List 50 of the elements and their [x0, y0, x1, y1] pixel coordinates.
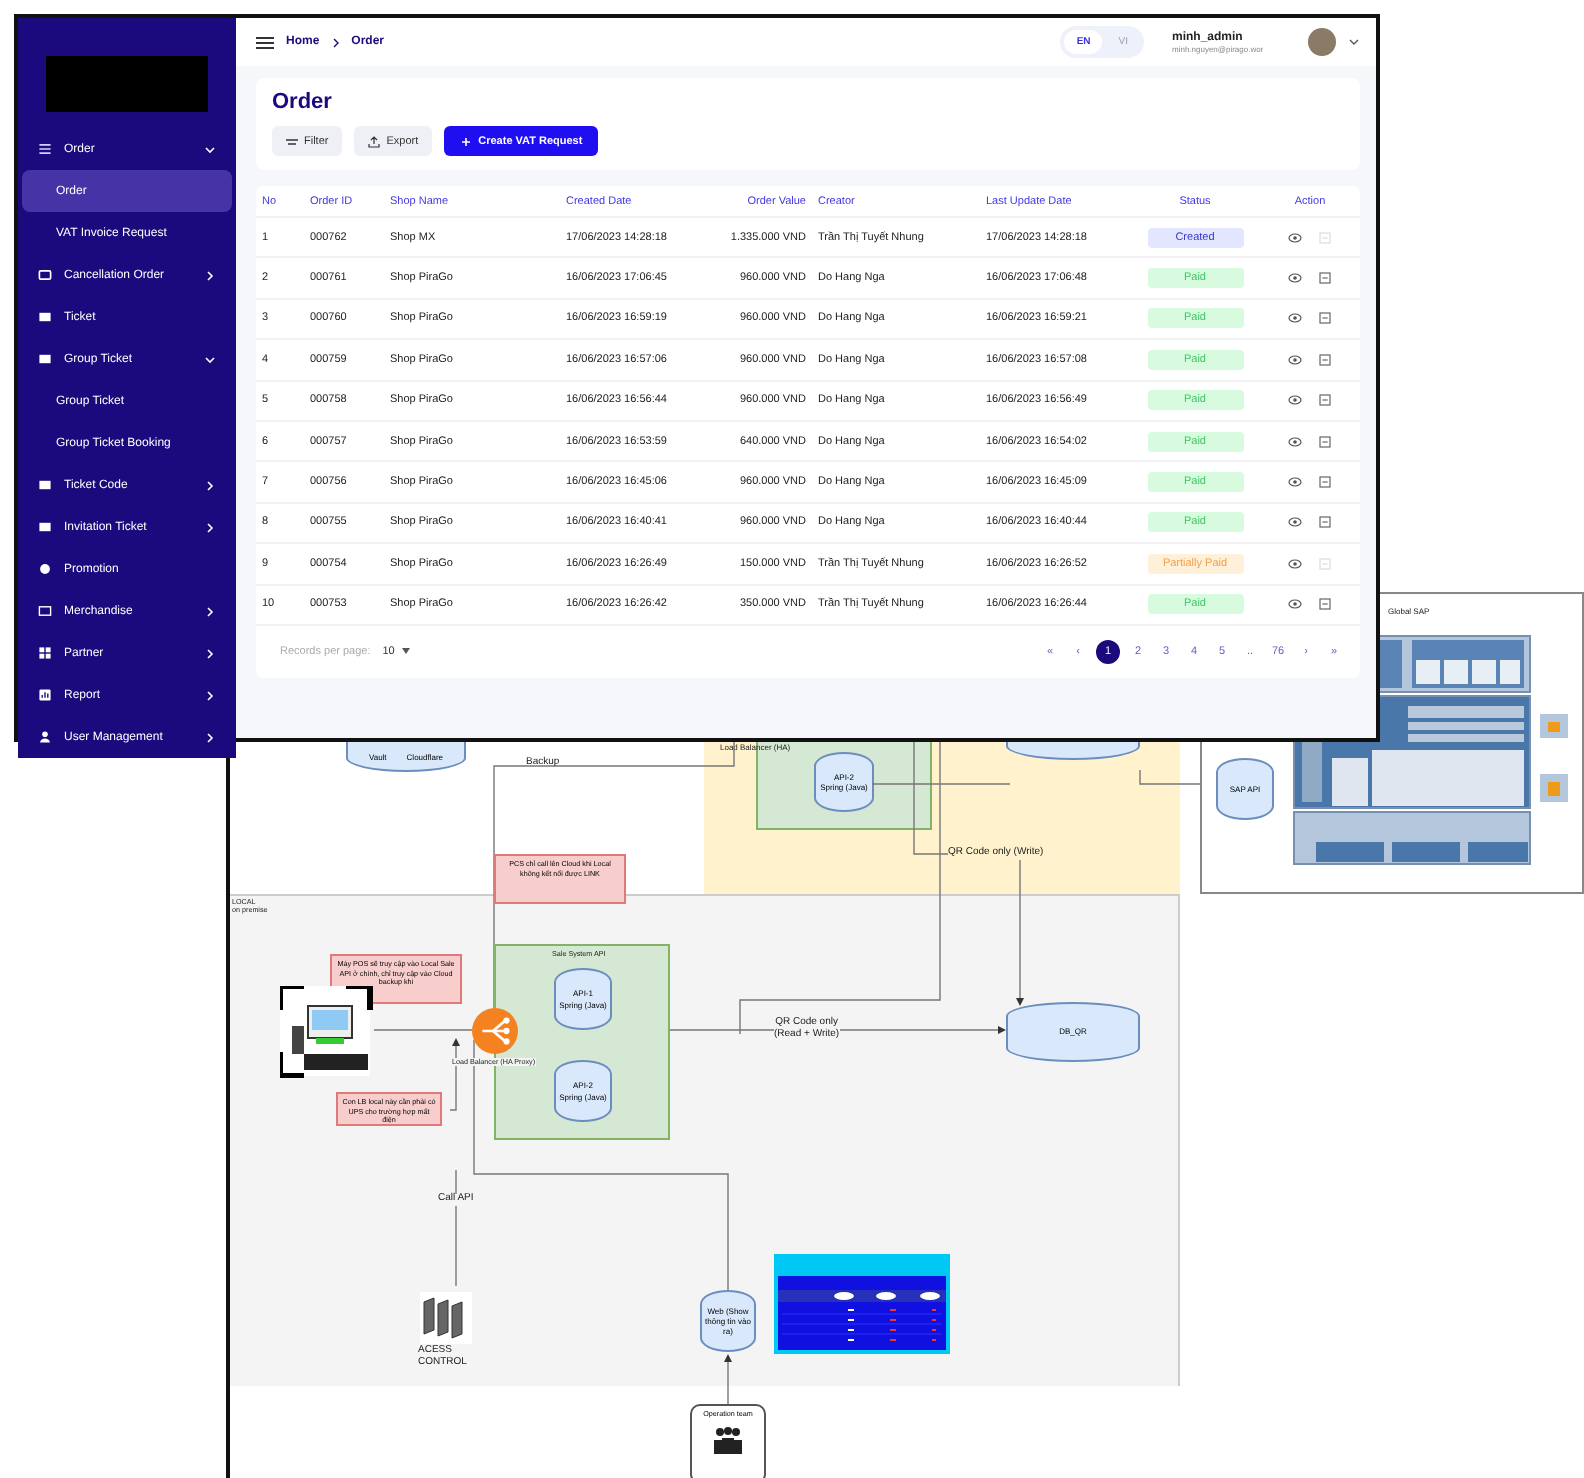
invoice-icon[interactable] — [1318, 312, 1332, 325]
eye-icon[interactable] — [1288, 394, 1302, 407]
ticket-icon — [38, 352, 52, 366]
caret-icon — [402, 648, 411, 655]
grid-icon — [38, 646, 52, 660]
invoice-icon[interactable] — [1318, 272, 1332, 285]
eye-icon[interactable] — [1288, 516, 1302, 529]
invoice-icon[interactable] — [1318, 394, 1332, 407]
ticket-icon — [38, 520, 52, 534]
eye-icon[interactable] — [1288, 557, 1302, 570]
invoice-icon[interactable] — [1318, 353, 1332, 366]
ticket-icon — [38, 478, 52, 492]
chevron-icon — [204, 479, 216, 491]
user-icon — [38, 730, 52, 744]
ticket-icon — [38, 310, 52, 324]
chevron-icon — [204, 605, 216, 617]
page-title: Order — [272, 90, 334, 114]
pos-terminal-drawing — [280, 986, 376, 1078]
card-icon — [38, 268, 52, 282]
chevron-icon — [204, 647, 216, 659]
list-icon — [38, 142, 52, 156]
chevron-icon — [204, 689, 216, 701]
turnstile-icon — [420, 1292, 472, 1344]
invoice-icon[interactable] — [1318, 435, 1332, 448]
chevron-icon — [204, 143, 216, 155]
chevron-icon — [204, 521, 216, 533]
filter-icon — [286, 135, 298, 147]
chevron-down-icon[interactable] — [1348, 36, 1360, 48]
chevron-icon — [204, 353, 216, 365]
eye-icon[interactable] — [1288, 231, 1302, 244]
eye-icon[interactable] — [1288, 435, 1302, 448]
eye-icon[interactable] — [1288, 312, 1302, 325]
load-balancer-icon — [472, 1008, 518, 1054]
invoice-icon[interactable] — [1318, 476, 1332, 489]
upload-icon — [368, 135, 381, 147]
eye-icon[interactable] — [1288, 353, 1302, 366]
eye-icon[interactable] — [1288, 598, 1302, 611]
people-icon — [712, 1426, 744, 1454]
eye-icon[interactable] — [1288, 272, 1302, 285]
chevron-icon — [331, 37, 340, 47]
chart-icon — [38, 688, 52, 702]
eye-icon[interactable] — [1288, 476, 1302, 489]
chevron-icon — [204, 269, 216, 281]
invoice-icon[interactable] — [1318, 516, 1332, 529]
avatar[interactable] — [1308, 28, 1336, 56]
invoice-icon[interactable] — [1318, 598, 1332, 611]
connector-arrow — [724, 1354, 732, 1405]
menu-icon[interactable] — [256, 35, 274, 49]
chevron-icon — [204, 731, 216, 743]
plus-icon — [460, 135, 473, 147]
